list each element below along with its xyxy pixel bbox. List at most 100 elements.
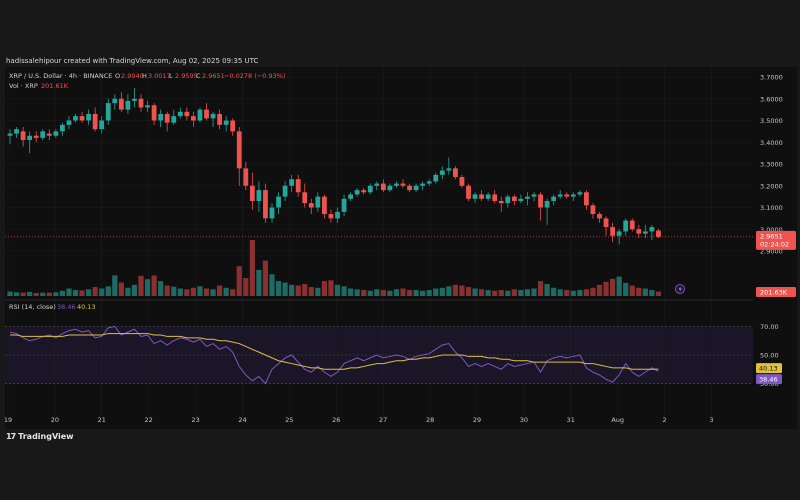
legend-o-label: O bbox=[115, 72, 120, 80]
candle-body bbox=[544, 200, 550, 208]
volume-bar bbox=[105, 286, 111, 296]
volume-bar bbox=[256, 269, 262, 296]
volume-bar bbox=[203, 288, 210, 296]
volume-bar bbox=[328, 280, 334, 296]
volume-bar bbox=[380, 290, 386, 296]
volume-bar bbox=[374, 289, 380, 296]
candle-body bbox=[479, 194, 484, 199]
volume-bar bbox=[99, 288, 105, 296]
volume-bar bbox=[636, 287, 642, 296]
volume-bar bbox=[86, 289, 92, 296]
volume-bar bbox=[492, 290, 498, 296]
candle-body bbox=[223, 120, 229, 125]
volume-bar bbox=[596, 284, 603, 296]
volume-bar bbox=[433, 288, 439, 296]
candle-body bbox=[191, 116, 196, 121]
volume-bar bbox=[223, 287, 229, 296]
volume-bar bbox=[623, 282, 629, 296]
volume-bar bbox=[125, 287, 131, 296]
volume-bar bbox=[33, 293, 39, 296]
candle-body bbox=[420, 183, 426, 186]
volume-bar bbox=[72, 290, 79, 296]
volume-bar bbox=[551, 287, 557, 296]
candle-body bbox=[73, 116, 78, 121]
volume-bar bbox=[459, 285, 465, 296]
time-tick-label: 31 bbox=[567, 416, 575, 424]
price-tick-label: 3.7000 bbox=[760, 74, 783, 82]
candle-body bbox=[249, 185, 255, 201]
volume-bar bbox=[236, 266, 242, 296]
price-tick-label: 3.5000 bbox=[760, 117, 783, 125]
last-price-value: 2.9651 bbox=[760, 232, 783, 240]
rsi-tag-value: 38.46 bbox=[759, 376, 778, 384]
volume-bar bbox=[348, 288, 354, 296]
time-tick-label: 21 bbox=[98, 416, 106, 424]
time-tick-label: 29 bbox=[473, 416, 481, 424]
chart-frame[interactable]: 3.7000 3.6000 3.5000 3.4000 3.3000 3.2000 3.10… bbox=[4, 67, 797, 429]
candle-body bbox=[531, 194, 537, 197]
legend-change: −0.0278 (−0.93%) bbox=[224, 72, 285, 80]
volume-bar bbox=[53, 292, 59, 296]
volume-bar bbox=[420, 290, 426, 296]
volume-bar bbox=[262, 260, 269, 296]
candle-body bbox=[433, 174, 439, 182]
volume-bar bbox=[171, 286, 177, 296]
candle-body bbox=[623, 220, 629, 232]
volume-bar bbox=[7, 291, 13, 296]
candle-body bbox=[453, 168, 458, 178]
candle-body bbox=[145, 105, 150, 108]
candle-body bbox=[459, 177, 465, 186]
price-tick-label: 3.1000 bbox=[760, 204, 783, 212]
legend-h-label: H bbox=[142, 72, 147, 80]
time-tick-label: 24 bbox=[238, 416, 246, 424]
candle-body bbox=[387, 185, 393, 191]
volume-bar bbox=[406, 290, 413, 296]
rsi-legend-label: RSI (14, close) bbox=[9, 303, 56, 311]
volume-bar bbox=[642, 288, 648, 296]
price-tick-label: 3.4000 bbox=[760, 139, 783, 147]
volume-bar bbox=[138, 275, 144, 296]
candle-body bbox=[492, 194, 498, 201]
volume-bar bbox=[289, 284, 295, 296]
candle-body bbox=[210, 113, 216, 119]
candle-body bbox=[40, 131, 46, 138]
time-tick-label: 3 bbox=[709, 416, 713, 424]
candle-body bbox=[33, 135, 39, 138]
candle-body bbox=[590, 205, 596, 215]
volume-bar bbox=[230, 289, 236, 296]
candle-body bbox=[204, 109, 209, 119]
candle-body bbox=[243, 168, 249, 186]
volume-bar bbox=[472, 288, 478, 296]
chart-svg[interactable]: 3.7000 3.6000 3.5000 3.4000 3.3000 3.2000 3.10… bbox=[4, 67, 797, 429]
candle-body bbox=[315, 196, 321, 208]
candle-body bbox=[92, 113, 98, 130]
volume-bar bbox=[341, 286, 347, 296]
volume-bar bbox=[616, 276, 622, 296]
candle-body bbox=[7, 133, 13, 136]
candle-body bbox=[610, 227, 615, 236]
volume-bar bbox=[649, 290, 655, 296]
candle-body bbox=[466, 185, 471, 199]
volume-bar bbox=[361, 290, 367, 296]
time-tick-label: 27 bbox=[379, 416, 387, 424]
candle-body bbox=[302, 192, 308, 204]
volume-bar bbox=[610, 278, 616, 296]
volume-bar bbox=[452, 284, 458, 296]
legend-vol-label: Vol · XRP bbox=[9, 82, 38, 90]
candle-body bbox=[505, 196, 511, 204]
candle-body bbox=[629, 220, 635, 230]
candle-body bbox=[570, 194, 576, 197]
volume-bar bbox=[59, 290, 65, 296]
candle-body bbox=[538, 194, 543, 208]
volume-bar bbox=[295, 285, 301, 296]
candle-body bbox=[525, 196, 530, 199]
volume-bar bbox=[40, 292, 46, 296]
legend-h: 3.0017 bbox=[148, 72, 171, 80]
volume-bar bbox=[400, 288, 406, 296]
candle-body bbox=[184, 111, 190, 117]
legend-l: 2.9595 bbox=[175, 72, 198, 80]
tradingview-brand[interactable]: 17 TradingView bbox=[6, 432, 74, 441]
candle-body bbox=[236, 131, 242, 169]
candle-body bbox=[125, 100, 131, 110]
candle-body bbox=[335, 211, 340, 219]
